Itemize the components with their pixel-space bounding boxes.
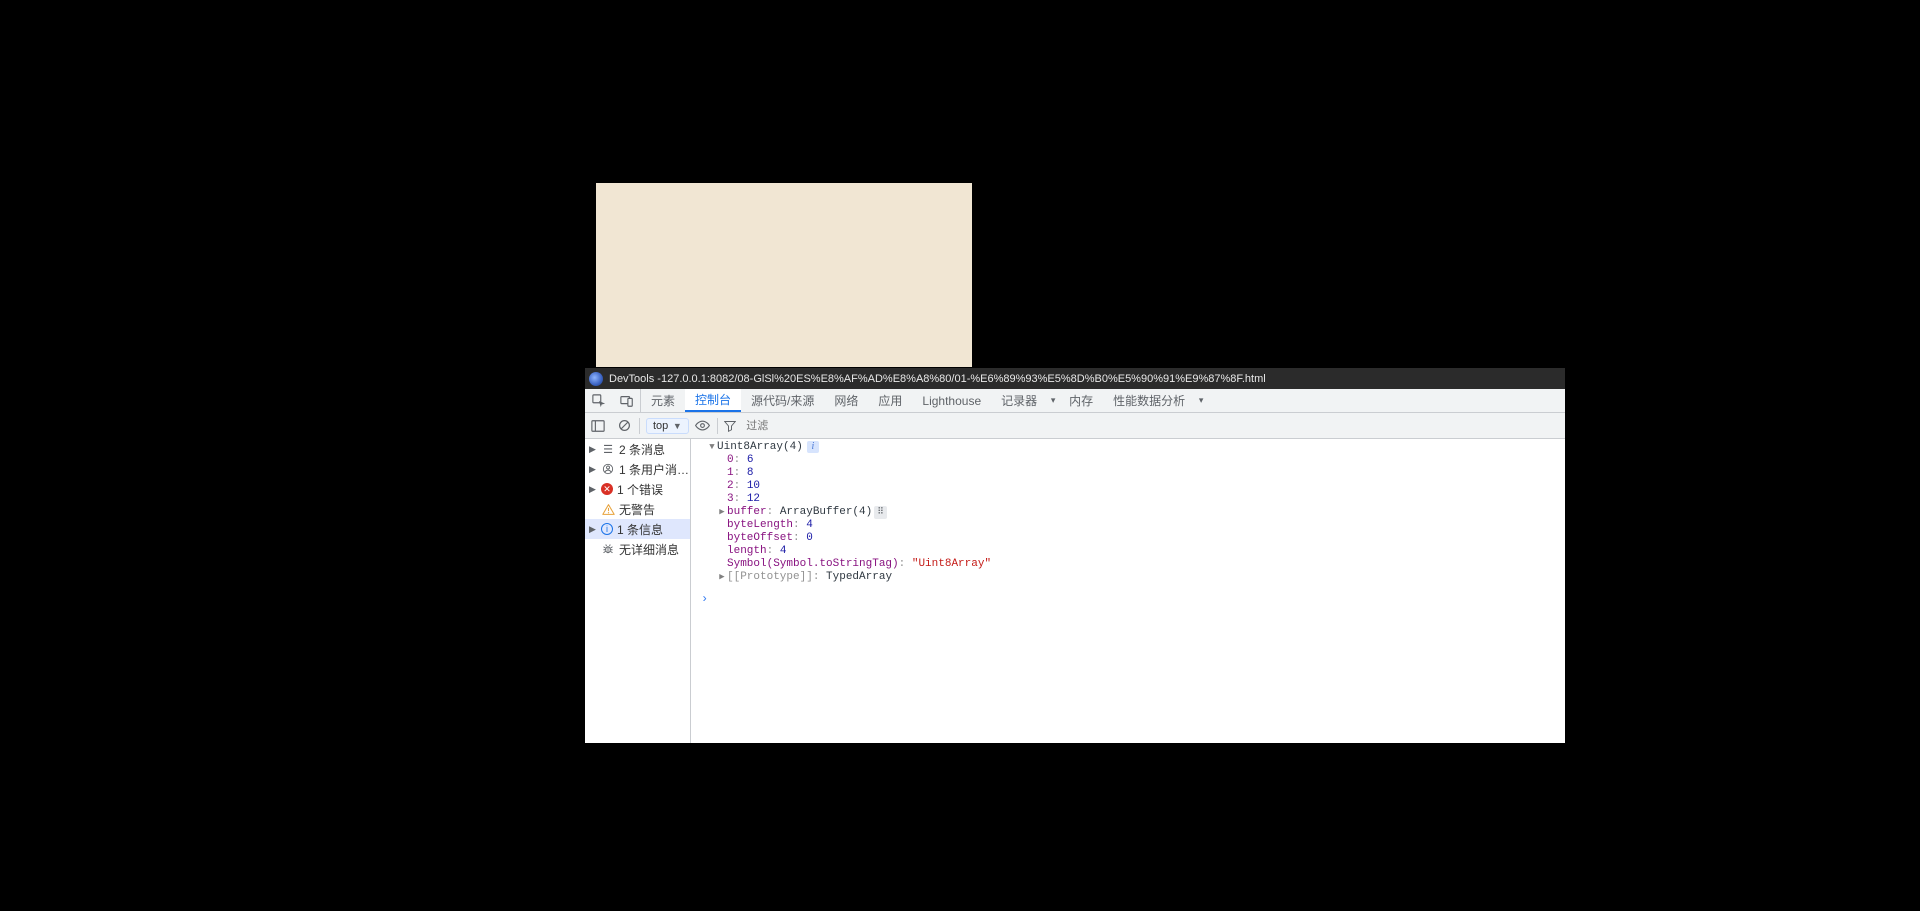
performance-expand-icon[interactable]: ▾ bbox=[1195, 389, 1207, 412]
tab-performance[interactable]: 性能数据分析 bbox=[1103, 389, 1195, 412]
console-property-value[interactable]: "Uint8Array" bbox=[912, 558, 991, 571]
tab-sources[interactable]: 源代码/来源 bbox=[741, 389, 824, 412]
filter-input[interactable] bbox=[746, 417, 926, 435]
tab-elements[interactable]: 元素 bbox=[641, 389, 685, 412]
sidebar-item-warnings[interactable]: 无警告 bbox=[585, 499, 690, 519]
console-toolbar: top ▼ bbox=[585, 413, 1565, 439]
chevron-down-icon: ▼ bbox=[672, 421, 682, 431]
bug-icon bbox=[601, 542, 615, 556]
console-array-index: 3 bbox=[727, 493, 734, 506]
console-property-key[interactable]: length bbox=[727, 545, 767, 558]
console-property-value[interactable]: 0 bbox=[806, 532, 813, 545]
tab-lighthouse[interactable]: Lighthouse bbox=[912, 389, 991, 412]
sidebar-item-verbose[interactable]: 无详细消息 bbox=[585, 539, 690, 559]
console-array-value: 6 bbox=[747, 454, 754, 467]
collapse-triangle-icon[interactable]: ▼ bbox=[707, 441, 717, 454]
console-body: ▶ ☰ 2 条消息 ▶ 1 条用户消… ▶ ✕ 1 个错误 bbox=[585, 439, 1565, 743]
inspect-element-icon[interactable] bbox=[585, 389, 613, 412]
info-icon: i bbox=[601, 523, 613, 535]
devtools-window: DevTools - 127.0.0.1:8082/08-GlSl%20ES%E… bbox=[585, 368, 1565, 743]
console-property-value[interactable]: TypedArray bbox=[826, 571, 892, 584]
expand-triangle-icon: ▶ bbox=[589, 444, 597, 455]
sidebar-item-label: 无警告 bbox=[619, 501, 690, 518]
sidebar-item-errors[interactable]: ▶ ✕ 1 个错误 bbox=[585, 479, 690, 499]
toolbar-separator bbox=[639, 418, 640, 434]
execution-context-selector[interactable]: top ▼ bbox=[646, 418, 689, 434]
titlebar-url: 127.0.0.1:8082/08-GlSl%20ES%E8%AF%AD%E8%… bbox=[661, 373, 1266, 385]
console-value-header[interactable]: Uint8Array(4) bbox=[717, 441, 803, 454]
console-property-key[interactable]: Symbol(Symbol.toStringTag) bbox=[727, 558, 899, 571]
console-property-key[interactable]: byteLength bbox=[727, 519, 793, 532]
console-array-value: 12 bbox=[747, 493, 760, 506]
sidebar-item-label: 1 条信息 bbox=[617, 521, 690, 538]
memory-inspector-icon[interactable]: ⠿ bbox=[874, 506, 887, 519]
filter-icon bbox=[724, 420, 738, 432]
console-prompt[interactable]: › bbox=[695, 592, 1565, 606]
tab-console[interactable]: 控制台 bbox=[685, 389, 741, 412]
console-property-value[interactable]: 4 bbox=[806, 519, 813, 532]
info-badge-icon[interactable]: i bbox=[807, 441, 819, 453]
devtools-app-icon bbox=[589, 372, 603, 386]
console-array-item[interactable]: 1: 8 bbox=[695, 467, 1565, 480]
expand-triangle-icon: ▶ bbox=[589, 464, 597, 475]
expand-triangle-icon[interactable]: ▶ bbox=[717, 506, 727, 519]
execution-context-label: top bbox=[653, 420, 668, 432]
console-array-index: 1 bbox=[727, 467, 734, 480]
warning-icon bbox=[601, 502, 615, 516]
console-property-value[interactable]: 4 bbox=[780, 545, 787, 558]
devtools-tabs: 元素 控制台 源代码/来源 网络 应用 Lighthouse 记录器 ▾ 内存 … bbox=[585, 389, 1565, 413]
console-property-key[interactable]: buffer bbox=[727, 506, 767, 519]
sidebar-item-label: 无详细消息 bbox=[619, 541, 690, 558]
user-icon bbox=[601, 462, 615, 476]
sidebar-item-info[interactable]: ▶ i 1 条信息 bbox=[585, 519, 690, 539]
expand-triangle-icon[interactable]: ▶ bbox=[717, 571, 727, 584]
expand-triangle-icon: ▶ bbox=[589, 524, 597, 535]
titlebar-prefix: DevTools - bbox=[609, 373, 661, 385]
page-rendered-content bbox=[596, 183, 972, 367]
console-property-value[interactable]: ArrayBuffer(4) bbox=[780, 506, 872, 519]
live-expression-icon[interactable] bbox=[689, 413, 715, 438]
console-array-value: 10 bbox=[747, 480, 760, 493]
toggle-sidebar-icon[interactable] bbox=[585, 413, 611, 438]
console-property-key[interactable]: byteOffset bbox=[727, 532, 793, 545]
console-array-index: 2 bbox=[727, 480, 734, 493]
sidebar-item-messages[interactable]: ▶ ☰ 2 条消息 bbox=[585, 439, 690, 459]
clear-console-icon[interactable] bbox=[611, 413, 637, 438]
console-array-index: 0 bbox=[727, 454, 734, 467]
console-array-item[interactable]: 0: 6 bbox=[695, 454, 1565, 467]
recorder-expand-icon[interactable]: ▾ bbox=[1047, 389, 1059, 412]
toolbar-separator bbox=[717, 418, 718, 434]
tab-application[interactable]: 应用 bbox=[868, 389, 912, 412]
error-icon: ✕ bbox=[601, 483, 613, 495]
expand-triangle-icon: ▶ bbox=[589, 484, 597, 495]
console-output[interactable]: ▼ Uint8Array(4) i 0: 61: 82: 103: 12 ▶ b… bbox=[691, 439, 1565, 743]
console-array-item[interactable]: 2: 10 bbox=[695, 480, 1565, 493]
tab-network[interactable]: 网络 bbox=[824, 389, 868, 412]
sidebar-item-label: 1 条用户消… bbox=[619, 461, 690, 478]
sidebar-item-label: 2 条消息 bbox=[619, 441, 690, 458]
console-array-item[interactable]: 3: 12 bbox=[695, 493, 1565, 506]
tab-recorder[interactable]: 记录器 bbox=[991, 389, 1047, 412]
sidebar-item-user-messages[interactable]: ▶ 1 条用户消… bbox=[585, 459, 690, 479]
console-property-key[interactable]: [[Prototype]] bbox=[727, 571, 813, 584]
console-array-value: 8 bbox=[747, 467, 754, 480]
console-sidebar: ▶ ☰ 2 条消息 ▶ 1 条用户消… ▶ ✕ 1 个错误 bbox=[585, 439, 691, 743]
titlebar: DevTools - 127.0.0.1:8082/08-GlSl%20ES%E… bbox=[585, 368, 1565, 389]
tab-memory[interactable]: 内存 bbox=[1059, 389, 1103, 412]
device-toolbar-icon[interactable] bbox=[613, 389, 641, 412]
list-icon: ☰ bbox=[601, 442, 615, 456]
sidebar-item-label: 1 个错误 bbox=[617, 481, 690, 498]
